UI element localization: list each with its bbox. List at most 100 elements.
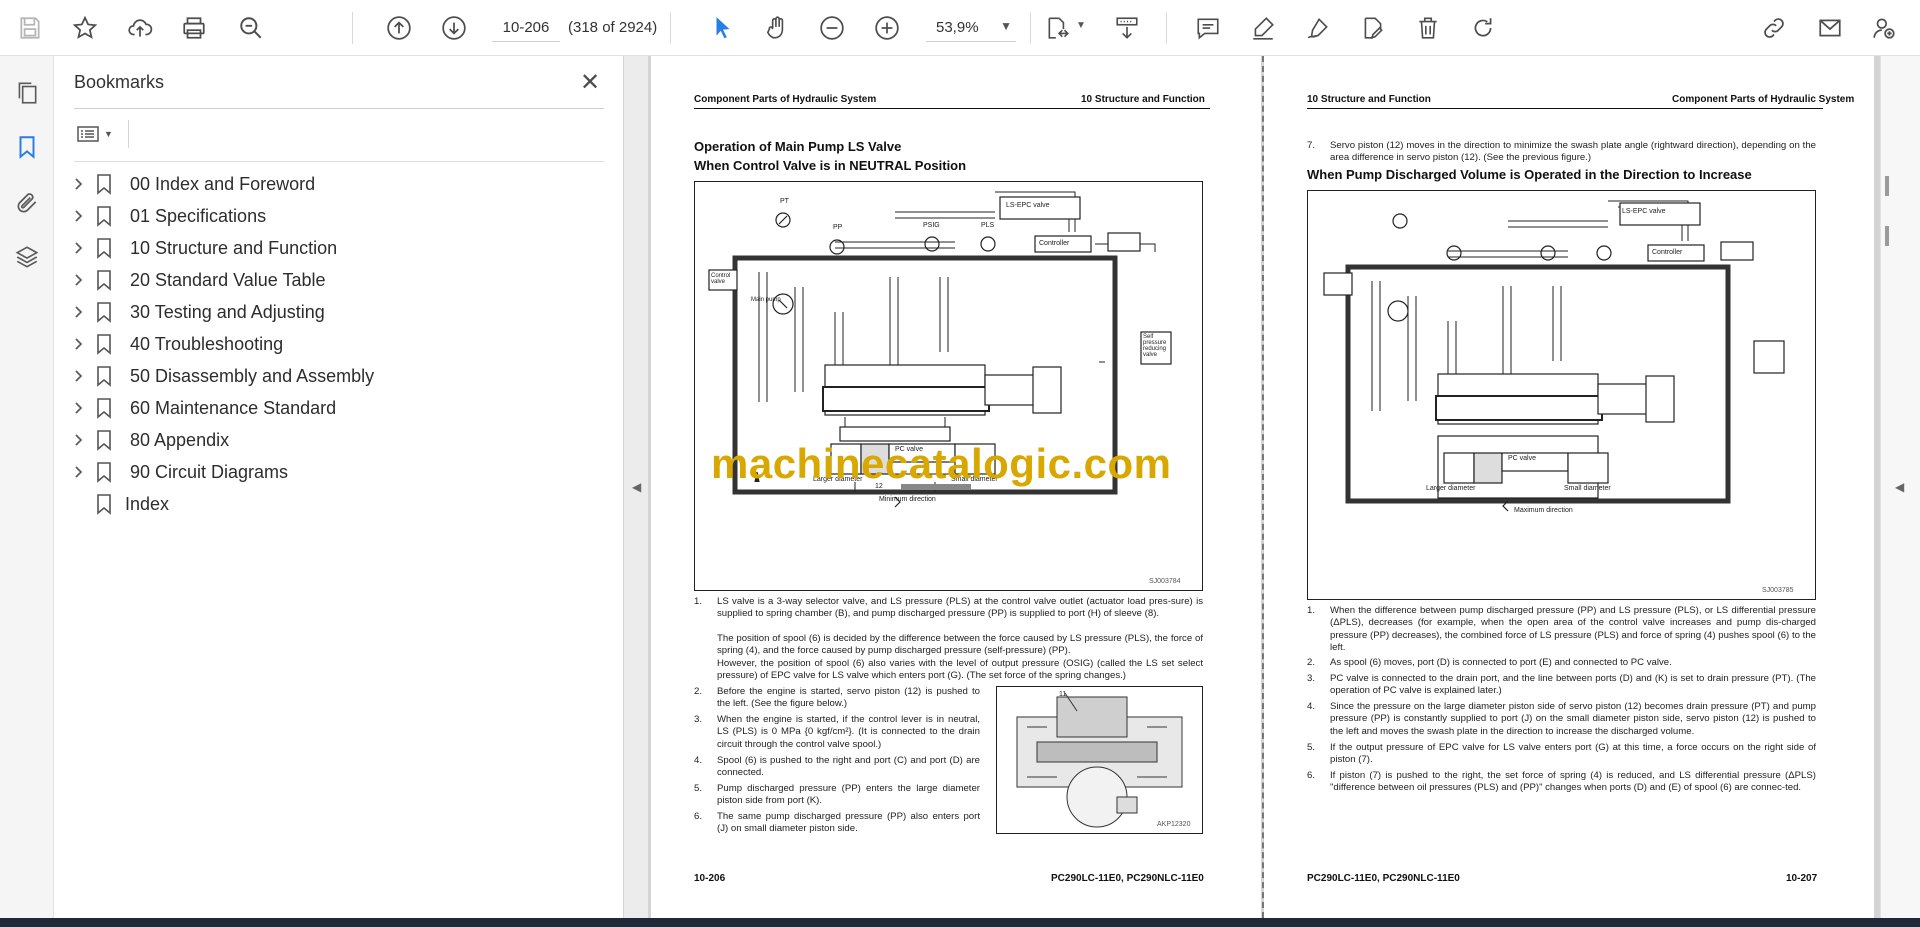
bookmark-item[interactable]: 00 Index and Foreword	[54, 168, 614, 200]
print-icon[interactable]	[176, 10, 212, 46]
attachment-icon[interactable]	[10, 186, 44, 220]
bookmark-icon	[97, 206, 111, 227]
section-title: When Pump Discharged Volume is Operated …	[1307, 167, 1752, 182]
bookmark-label: 50 Disassembly and Assembly	[130, 366, 375, 386]
bookmark-item[interactable]: 80 Appendix	[54, 424, 614, 456]
page-count-label: (318 of 2924)	[568, 19, 658, 36]
pump-photo: 11 AKP12320	[996, 686, 1203, 834]
bookmark-icon	[97, 398, 111, 419]
page-10-207: 10 Structure and Function Component Part…	[1264, 56, 1874, 918]
zoom-dropdown[interactable]: 53,9% ▼	[926, 14, 1016, 42]
scrollbar-thumb[interactable]	[1885, 176, 1889, 196]
highlight-pen-icon[interactable]	[1245, 10, 1281, 46]
chevron-right-icon	[75, 338, 83, 350]
bookmark-item[interactable]: 10 Structure and Function	[54, 232, 614, 264]
right-tools-rail: ◀	[1880, 56, 1920, 918]
redo-icon[interactable]	[1465, 10, 1501, 46]
bookmark-icon	[97, 494, 111, 515]
hydraulic-diagram: LS-EPC valve Controller PC valve Larger …	[1307, 190, 1816, 600]
page-footer-right: PC290LC-11E0, PC290NLC-11E0	[1051, 873, 1204, 884]
comment-icon[interactable]	[1190, 10, 1226, 46]
panel-splitter[interactable]: ◀	[624, 56, 648, 918]
bookmark-item[interactable]: 50 Disassembly and Assembly	[54, 360, 614, 392]
scroll-mode-icon[interactable]	[1109, 10, 1145, 46]
page-header-right: Component Parts of Hydraulic System	[1672, 94, 1855, 105]
add-user-icon[interactable]	[1866, 10, 1902, 46]
chevron-down-icon[interactable]: ▼	[1076, 20, 1086, 31]
chevron-right-icon	[75, 466, 83, 478]
page-header-right: 10 Structure and Function	[1081, 94, 1205, 105]
bookmark-item[interactable]: 01 Specifications	[54, 200, 614, 232]
bookmark-item[interactable]: 60 Maintenance Standard	[54, 392, 614, 424]
zoom-value: 53,9%	[936, 19, 979, 36]
bookmark-icon	[97, 270, 111, 291]
scrollbar-thumb[interactable]	[1885, 226, 1889, 246]
close-icon[interactable]: ✕	[576, 68, 604, 96]
bookmark-icon	[97, 462, 111, 483]
page-number-input[interactable]	[492, 14, 560, 42]
section-subtitle: When Control Valve is in NEUTRAL Positio…	[694, 158, 967, 173]
bookmark-label: 30 Testing and Adjusting	[130, 302, 325, 322]
list-options-icon	[77, 126, 99, 142]
page-header-left: 10 Structure and Function	[1307, 94, 1431, 105]
bookmark-label: 40 Troubleshooting	[130, 334, 284, 354]
bookmark-options-button[interactable]: ▼	[76, 120, 124, 148]
bookmark-item[interactable]: 90 Circuit Diagrams	[54, 456, 614, 488]
top-toolbar: (318 of 2924) 53,9% ▼ ▼	[0, 0, 1920, 56]
expand-right-icon[interactable]: ◀	[1895, 480, 1904, 494]
bookmark-label: Index	[125, 494, 170, 514]
page-fit-icon[interactable]	[1040, 10, 1076, 46]
bookmarks-title: Bookmarks	[74, 72, 165, 92]
bookmark-icon	[97, 366, 111, 387]
page-thumbnails-icon[interactable]	[10, 76, 44, 110]
search-zoom-icon[interactable]	[233, 10, 269, 46]
bookmark-icon	[97, 238, 111, 259]
bookmark-item[interactable]: 20 Standard Value Table	[54, 264, 614, 296]
select-cursor-icon[interactable]	[705, 10, 741, 46]
chevron-right-icon	[75, 306, 83, 318]
bookmark-item[interactable]: 30 Testing and Adjusting	[54, 296, 614, 328]
upload-cloud-icon[interactable]	[122, 10, 158, 46]
save-icon[interactable]	[12, 10, 48, 46]
hand-tool-icon[interactable]	[759, 10, 795, 46]
bookmark-label: 90 Circuit Diagrams	[130, 462, 289, 482]
hydraulic-diagram: PT PP PSIG PLS LS-EPC valve Controller C…	[694, 181, 1203, 591]
pdf-viewer-window: (318 of 2924) 53,9% ▼ ▼	[0, 0, 1920, 927]
sign-pen-icon[interactable]	[1300, 10, 1336, 46]
page-footer-right: 10-207	[1786, 873, 1818, 884]
taskbar-edge	[0, 918, 1920, 927]
bookmark-panel-icon[interactable]	[10, 130, 44, 164]
watermark-text: machinecatalogic.com	[711, 440, 1172, 487]
next-page-icon[interactable]	[436, 10, 472, 46]
chevron-right-icon	[75, 274, 83, 286]
bookmarks-panel: Bookmarks ✕ ▼ 00 Index and Foreword 01 S…	[54, 56, 624, 918]
zoom-in-icon[interactable]	[869, 10, 905, 46]
star-icon[interactable]	[67, 10, 103, 46]
zoom-out-icon[interactable]	[814, 10, 850, 46]
share-link-icon[interactable]	[1756, 10, 1792, 46]
page-footer-left: 10-206	[694, 873, 726, 884]
trash-icon[interactable]	[1410, 10, 1446, 46]
chevron-right-icon	[75, 210, 83, 222]
bookmark-label: 01 Specifications	[130, 206, 267, 226]
bookmark-label: 80 Appendix	[130, 430, 230, 450]
bookmark-label: 20 Standard Value Table	[130, 270, 326, 290]
edit-file-icon[interactable]	[1355, 10, 1391, 46]
bookmark-icon	[97, 430, 111, 451]
bookmark-item[interactable]: Index	[54, 488, 614, 520]
chevron-right-icon	[75, 178, 83, 190]
section-title: Operation of Main Pump LS Valve	[694, 139, 902, 154]
bookmark-label: 10 Structure and Function	[130, 238, 338, 258]
bookmark-icon	[97, 174, 111, 195]
bookmark-label: 60 Maintenance Standard	[130, 398, 337, 418]
chevron-down-icon: ▼	[104, 129, 113, 139]
chevron-right-icon	[75, 370, 83, 382]
bookmark-label: 00 Index and Foreword	[130, 174, 316, 194]
previous-page-icon[interactable]	[381, 10, 417, 46]
bookmark-item[interactable]: 40 Troubleshooting	[54, 328, 614, 360]
email-icon[interactable]	[1812, 10, 1848, 46]
navigation-rail	[0, 56, 54, 918]
collapse-left-icon[interactable]: ◀	[632, 480, 641, 494]
chevron-down-icon: ▼	[1000, 19, 1012, 33]
layers-icon[interactable]	[10, 240, 44, 274]
